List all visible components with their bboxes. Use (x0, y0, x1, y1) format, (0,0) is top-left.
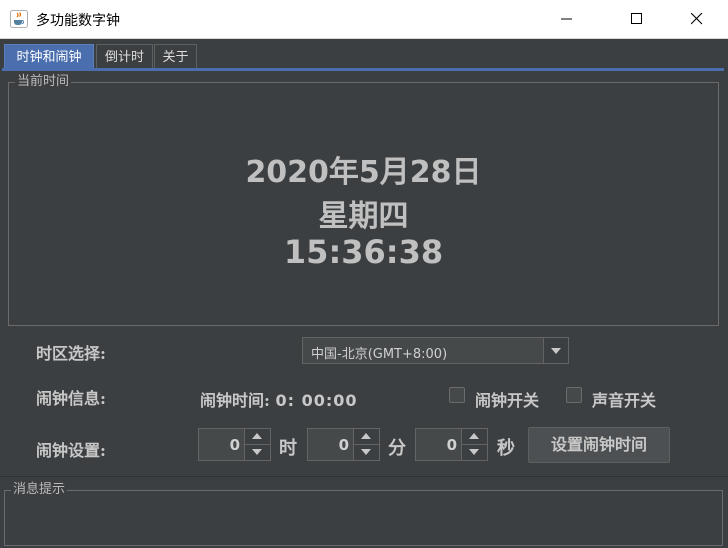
set-alarm-button[interactable]: 设置闹钟时间 (528, 427, 670, 463)
divider (0, 476, 728, 477)
triangle-down-icon (252, 449, 262, 455)
tab-clock-alarm[interactable]: 时钟和闹钟 (4, 44, 94, 69)
alarm-time-info: 闹钟时间: 0: 00:00 (200, 387, 358, 411)
hour-down-button[interactable] (245, 445, 270, 460)
alarm-info-label: 闹钟信息: (36, 389, 106, 408)
second-value: 0 (446, 436, 457, 454)
second-up-button[interactable] (462, 429, 487, 445)
message-title: 消息提示 (11, 482, 68, 498)
timezone-label: 时区选择: (36, 344, 106, 363)
tab-underline (2, 68, 724, 71)
close-icon (691, 13, 703, 25)
minute-unit: 分 (388, 438, 406, 459)
date-display: 2020年5月28日 (245, 155, 482, 190)
second-unit: 秒 (497, 438, 515, 459)
weekday-display: 星期四 (318, 199, 409, 234)
close-button[interactable] (674, 0, 720, 38)
hour-unit: 时 (279, 438, 297, 459)
message-panel: 消息提示 (4, 482, 723, 546)
triangle-up-icon (252, 433, 262, 439)
hour-spinner[interactable]: 0 (198, 428, 271, 461)
current-time-panel: 当前时间 2020年5月28日 星期四 15:36:38 (8, 74, 719, 326)
window-title-bar: 多功能数字钟 (0, 0, 728, 39)
sound-switch-checkbox[interactable] (566, 387, 582, 403)
minute-up-button[interactable] (354, 429, 379, 445)
maximize-icon (631, 13, 642, 24)
timezone-value: 中国-北京(GMT+8:00) (311, 347, 448, 362)
second-spinner-buttons (461, 429, 487, 460)
alarm-time-value: 0: 00:00 (275, 391, 358, 410)
triangle-down-icon (469, 449, 479, 455)
hour-up-button[interactable] (245, 429, 270, 445)
minute-down-button[interactable] (354, 445, 379, 460)
tab-countdown[interactable]: 倒计时 (96, 44, 153, 69)
current-time-title: 当前时间 (15, 74, 72, 90)
alarm-switch-checkbox[interactable] (449, 387, 465, 403)
triangle-up-icon (361, 433, 371, 439)
alarm-switch-label[interactable]: 闹钟开关 (475, 387, 539, 411)
alarm-setting-label: 闹钟设置: (36, 441, 106, 460)
triangle-down-icon (551, 348, 561, 354)
window-title: 多功能数字钟 (36, 13, 120, 29)
second-spinner[interactable]: 0 (415, 428, 488, 461)
maximize-button[interactable] (614, 0, 660, 38)
sound-switch-label[interactable]: 声音开关 (592, 387, 656, 411)
triangle-up-icon (469, 433, 479, 439)
java-cup-icon (10, 10, 28, 28)
triangle-down-icon (361, 449, 371, 455)
minimize-icon (561, 18, 572, 20)
alarm-time-key: 闹钟时间: (200, 391, 270, 410)
time-display: 15:36:38 (283, 233, 444, 271)
minimize-button[interactable] (544, 0, 590, 38)
hour-spinner-buttons (244, 429, 270, 460)
hour-value: 0 (229, 436, 240, 454)
timezone-dropdown-button[interactable] (543, 338, 568, 363)
tab-strip: 时钟和闹钟 倒计时 关于 (0, 38, 728, 70)
tab-about[interactable]: 关于 (154, 44, 197, 69)
minute-spinner-buttons (353, 429, 379, 460)
minute-spinner[interactable]: 0 (307, 428, 380, 461)
timezone-select[interactable]: 中国-北京(GMT+8:00) (302, 337, 569, 364)
minute-value: 0 (338, 436, 349, 454)
second-down-button[interactable] (462, 445, 487, 460)
